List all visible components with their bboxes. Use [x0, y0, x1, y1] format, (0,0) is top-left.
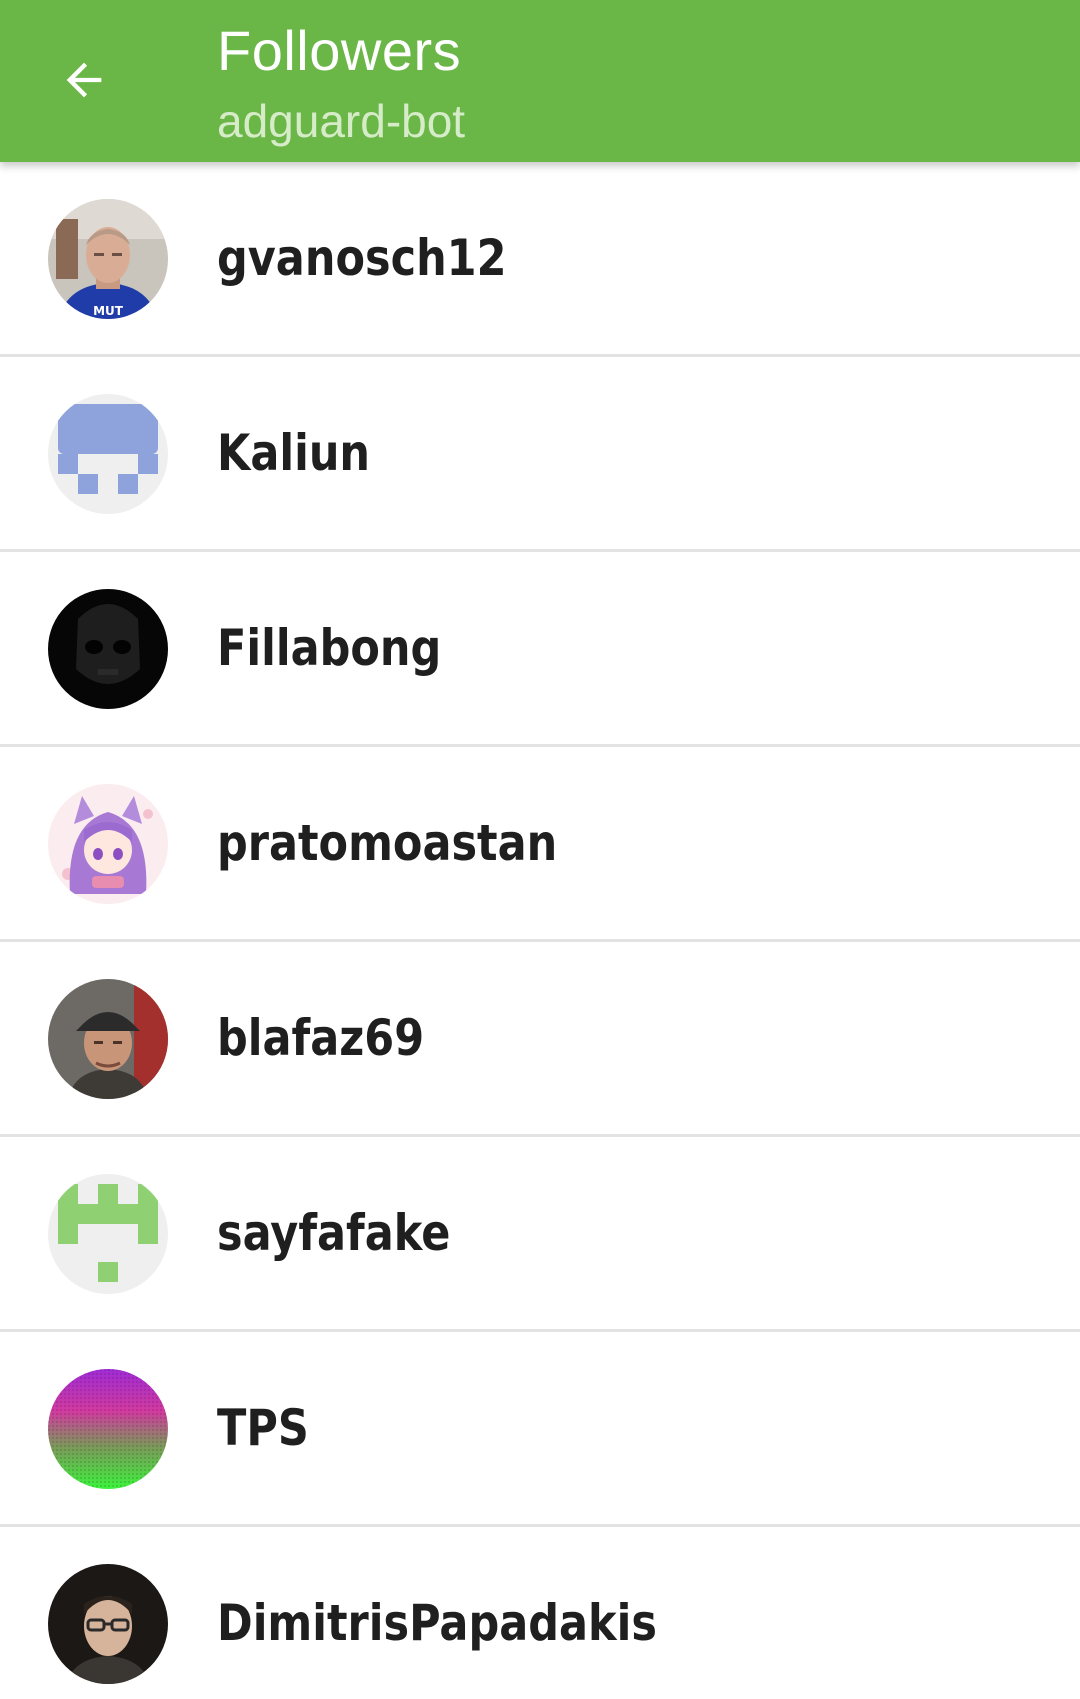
- arrow-left-icon: [66, 62, 102, 98]
- avatar: MUT: [48, 199, 168, 319]
- avatar: [48, 1564, 168, 1684]
- back-button[interactable]: [46, 42, 122, 118]
- follower-row[interactable]: MUT gvanosch12: [0, 162, 1080, 357]
- avatar: [48, 589, 168, 709]
- follower-username: blafaz69: [217, 1009, 425, 1067]
- follower-username: pratomoastan: [217, 814, 558, 872]
- avatar: [48, 784, 168, 904]
- svg-text:MUT: MUT: [93, 304, 124, 318]
- follower-row[interactable]: TPS: [0, 1332, 1080, 1527]
- follower-row[interactable]: pratomoastan: [0, 747, 1080, 942]
- app-bar: Followers adguard-bot: [0, 0, 1080, 162]
- follower-row[interactable]: Kaliun: [0, 357, 1080, 552]
- page-subtitle: adguard-bot: [217, 95, 466, 147]
- follower-row[interactable]: DimitrisPapadakis: [0, 1527, 1080, 1699]
- follower-row[interactable]: sayfafake: [0, 1137, 1080, 1332]
- follower-username: gvanosch12: [217, 229, 507, 287]
- followers-list: MUT gvanosch12 Kaliun Fillabong pratomoa…: [0, 162, 1080, 1699]
- follower-username: Fillabong: [217, 619, 442, 677]
- follower-row[interactable]: Fillabong: [0, 552, 1080, 747]
- avatar: [48, 1369, 168, 1489]
- follower-row[interactable]: blafaz69: [0, 942, 1080, 1137]
- follower-username: sayfafake: [217, 1204, 451, 1262]
- follower-username: TPS: [217, 1399, 309, 1457]
- page-title: Followers: [217, 19, 462, 82]
- follower-username: DimitrisPapadakis: [217, 1594, 657, 1652]
- avatar: [48, 394, 168, 514]
- follower-username: Kaliun: [217, 424, 371, 482]
- avatar: [48, 979, 168, 1099]
- avatar: [48, 1174, 168, 1294]
